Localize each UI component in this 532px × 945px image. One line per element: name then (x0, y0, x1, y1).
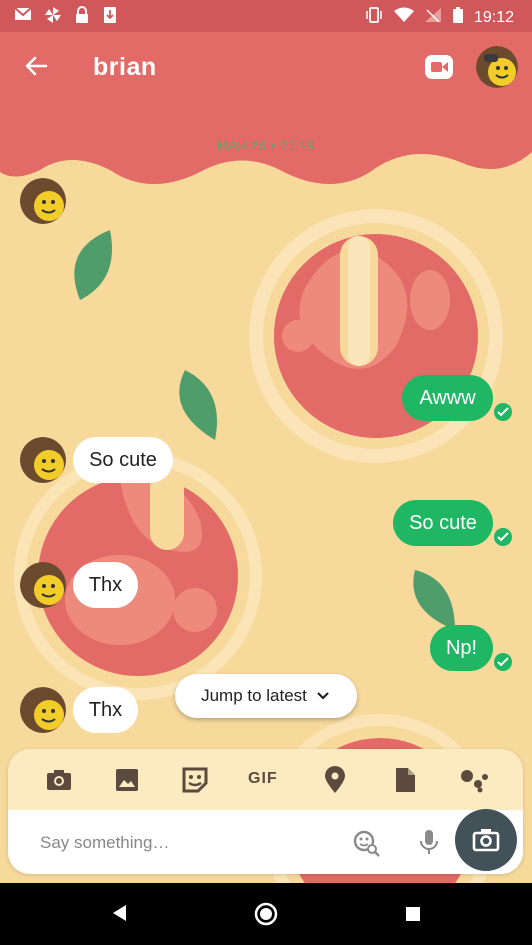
voice-input-button[interactable] (416, 828, 442, 856)
message-input[interactable] (38, 828, 332, 858)
status-bar: 19:12 (0, 0, 532, 32)
message-incoming[interactable]: Thx (73, 562, 138, 608)
assistant-tool-button[interactable] (458, 765, 488, 795)
gallery-tool-button[interactable] (112, 765, 142, 795)
message-outgoing[interactable]: Np! (430, 625, 493, 671)
nav-home-button[interactable] (254, 902, 278, 931)
message-incoming[interactable]: So cute (73, 437, 173, 483)
home-icon (254, 902, 278, 926)
clock-time: 19:12 (473, 8, 514, 26)
no-signal-icon (424, 7, 442, 28)
arrow-left-icon (25, 56, 48, 76)
camera-tool-button[interactable] (44, 765, 74, 795)
document-tool-button[interactable] (390, 765, 420, 795)
contact-name[interactable]: brian (93, 53, 157, 82)
sticker-tool-button[interactable] (180, 765, 210, 795)
pinwheel-icon (44, 6, 62, 29)
sticker-icon (182, 767, 208, 793)
video-call-icon (425, 55, 453, 79)
avatar[interactable] (20, 687, 66, 733)
message-input-row (8, 810, 523, 874)
camera-icon (472, 829, 500, 852)
camera-icon (47, 770, 71, 790)
avatar[interactable] (20, 178, 66, 224)
message-incoming[interactable]: Thx (73, 687, 138, 733)
emoji-search-button[interactable] (352, 829, 380, 857)
message-outgoing[interactable]: Awww (402, 375, 493, 421)
assistant-icon (461, 770, 488, 793)
avatar[interactable] (20, 437, 66, 483)
nav-back-button[interactable] (110, 903, 128, 928)
wifi-icon (393, 7, 414, 28)
read-receipt-icon (494, 528, 512, 546)
system-navigation-bar (0, 883, 532, 945)
read-receipt-icon (494, 403, 512, 421)
nav-recents-button[interactable] (405, 906, 421, 927)
recents-icon (406, 907, 420, 921)
document-icon (396, 768, 415, 792)
read-receipt-icon (494, 653, 512, 671)
gmail-icon (14, 6, 32, 29)
compose-panel: GIF (8, 749, 523, 874)
video-call-button[interactable] (424, 52, 454, 82)
microphone-icon (420, 830, 438, 854)
location-icon (325, 766, 345, 793)
lock-icon (74, 6, 90, 29)
chevron-down-icon (317, 692, 329, 700)
vibrate-icon (364, 6, 384, 29)
back-icon (113, 905, 126, 921)
jump-to-latest-button[interactable]: Jump to latest (175, 674, 357, 718)
jump-to-latest-label: Jump to latest (201, 686, 307, 705)
location-tool-button[interactable] (320, 765, 350, 795)
message-outgoing[interactable]: So cute (393, 500, 493, 546)
gif-tool-button[interactable]: GIF (248, 770, 284, 800)
contact-avatar[interactable] (476, 46, 518, 88)
date-divider: MAR 26 • 23:19 (216, 138, 316, 153)
back-button[interactable] (22, 52, 50, 80)
emoji-search-icon (353, 830, 380, 857)
avatar[interactable] (20, 562, 66, 608)
camera-capture-button[interactable] (455, 809, 517, 871)
battery-icon (452, 6, 464, 29)
attachment-toolbar: GIF (8, 749, 523, 809)
image-icon (116, 769, 138, 791)
download-icon (102, 6, 118, 29)
